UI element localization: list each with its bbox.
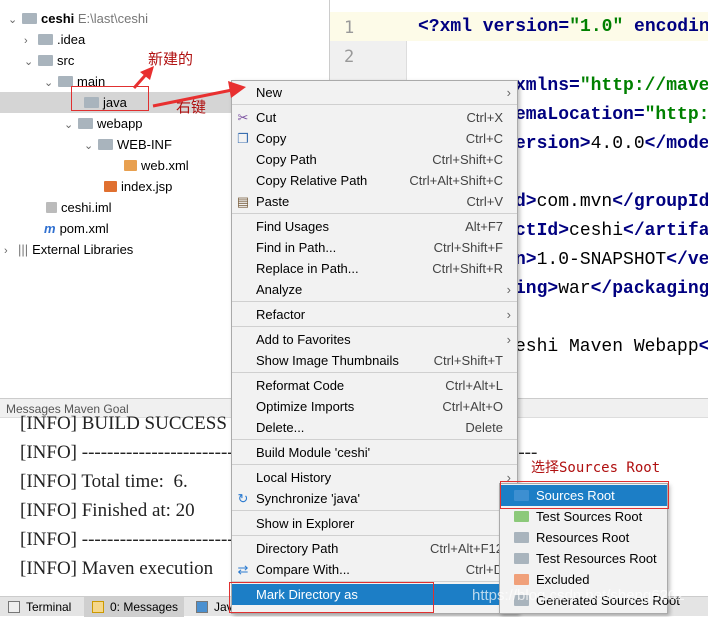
annotation-arrows (132, 66, 246, 108)
arrow-to-menu (152, 88, 233, 108)
watermark: https://blog.csdn.net/sheng6202 (472, 587, 685, 604)
